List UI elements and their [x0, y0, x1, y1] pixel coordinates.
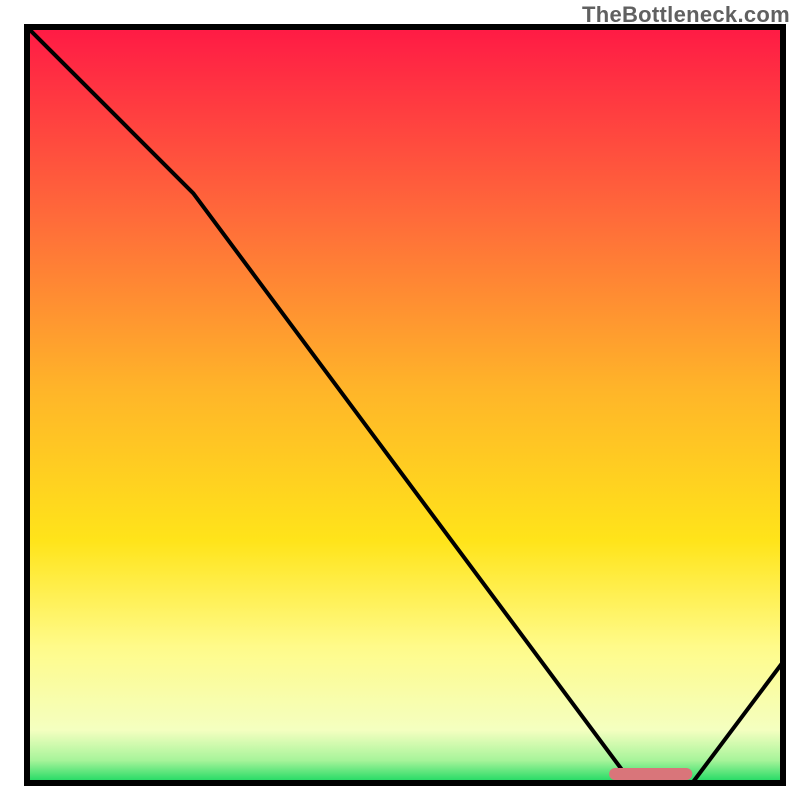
bottleneck-chart	[0, 0, 800, 800]
optimal-marker	[609, 768, 692, 780]
chart-container: TheBottleneck.com	[0, 0, 800, 800]
